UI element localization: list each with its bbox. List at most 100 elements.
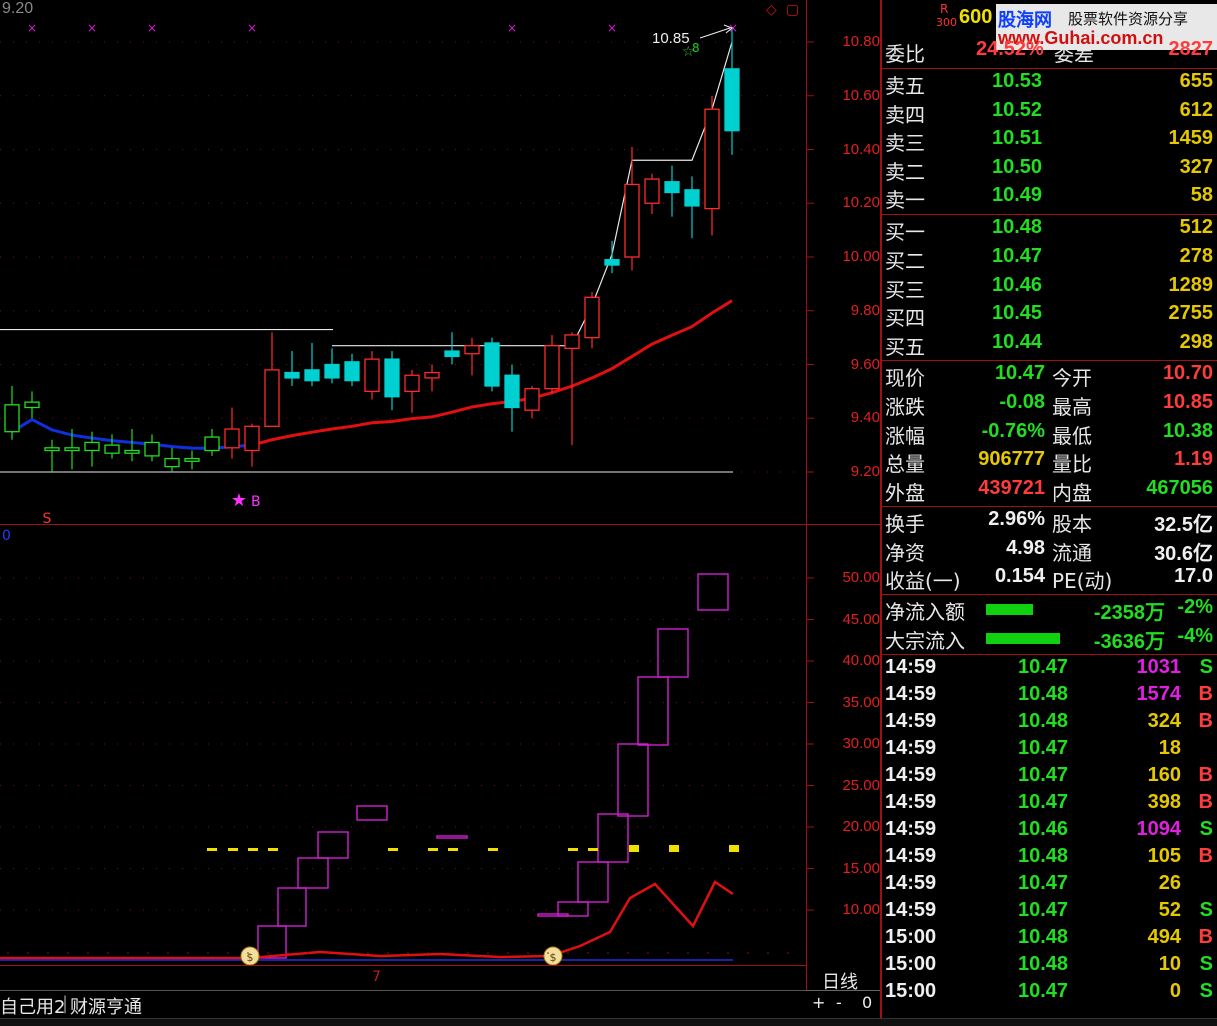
tick-time: 14:59 xyxy=(885,899,937,921)
candle-down xyxy=(104,434,120,459)
sell-order-volume: 327 xyxy=(1179,155,1213,178)
quote-label: 现价 xyxy=(885,366,925,390)
baseline-dot xyxy=(447,952,449,954)
baseline-dot xyxy=(327,952,329,954)
sell-order-volume: 612 xyxy=(1179,98,1213,121)
x-marker: × xyxy=(87,21,97,35)
zoom-reset-button[interactable]: 0 xyxy=(862,993,872,1012)
candle-body xyxy=(544,345,560,390)
fund-flow-row: 净流入额 -2358万 -2% xyxy=(882,596,1217,624)
candle-down xyxy=(204,429,220,456)
candle-body xyxy=(304,369,320,382)
tick-price: 10.47 xyxy=(1018,764,1069,786)
fund-flow-amount: -2358万 xyxy=(1093,602,1165,624)
candle-up xyxy=(584,291,600,349)
indicator-axis-label: 40.00 xyxy=(842,652,880,669)
tab-indicator-2[interactable]: 财源亨通 xyxy=(70,993,142,1019)
tick-time: 15:00 xyxy=(885,926,937,948)
quote-label: 涨跌 xyxy=(885,394,925,419)
fund-flow-bar xyxy=(986,604,1033,615)
tick-volume: 105 xyxy=(1147,845,1181,867)
baseline-dot xyxy=(87,952,89,954)
zoom-in-button[interactable]: + xyxy=(812,993,825,1012)
baseline-dot xyxy=(787,952,789,954)
fundamental-value: 32.5亿 xyxy=(1154,514,1213,536)
fundamental-label: PE(动) xyxy=(1052,569,1113,593)
green-marker-label: 8 xyxy=(692,41,700,55)
sell-order-price: 10.53 xyxy=(992,70,1043,92)
tick-list[interactable]: 14:59 10.47 1031 S 14:59 10.48 1574 B 14:59 10.48… xyxy=(882,656,1217,1016)
candle-down xyxy=(384,351,400,411)
max-price-annotation: 10.85 xyxy=(652,30,690,47)
quote-row: 总量 906777 量比 1.19 xyxy=(882,448,1217,476)
tick-side: B xyxy=(1198,926,1213,948)
quote-label: 涨幅 xyxy=(885,423,925,448)
candle-up xyxy=(424,364,440,392)
candle-down xyxy=(344,353,360,386)
baseline-dot xyxy=(347,952,349,954)
candle-body xyxy=(704,108,720,210)
fund-flow-label: 大宗流入 xyxy=(885,629,965,653)
zoom-out-button[interactable]: - xyxy=(836,993,842,1012)
tick-time: 14:59 xyxy=(885,845,937,867)
baseline-dot xyxy=(647,952,649,954)
quote-label: 最低 xyxy=(1052,423,1092,448)
window-icon[interactable]: ▢ xyxy=(786,2,799,18)
fundamental-value: 2.96% xyxy=(988,508,1045,530)
baseline-dot xyxy=(47,952,49,954)
indicator-axis-label: 15.00 xyxy=(842,859,880,877)
sell-order-label: 卖五 xyxy=(885,74,925,98)
fund-flow-amount: -3636万 xyxy=(1093,631,1165,653)
tick-time: 14:59 xyxy=(885,818,937,840)
candle-body xyxy=(44,447,60,452)
tick-time: 14:59 xyxy=(885,791,937,813)
tick-volume: 1574 xyxy=(1136,683,1182,705)
tick-row: 14:59 10.47 18 xyxy=(882,737,1217,765)
quote-label: 总量 xyxy=(885,452,925,477)
candle-down xyxy=(284,351,300,386)
candle-body xyxy=(104,444,120,454)
candle-body xyxy=(144,441,160,457)
tick-volume: 398 xyxy=(1147,791,1181,813)
baseline-dot xyxy=(627,952,629,954)
weicha-label: 委差 xyxy=(1054,42,1094,66)
tab-indicator-1[interactable]: 自己用2 xyxy=(0,993,65,1019)
tick-time: 14:59 xyxy=(885,656,937,678)
fundamental-label: 收益(一) xyxy=(885,569,961,593)
fund-flow-row: 大宗流入 -3636万 -4% xyxy=(882,625,1217,653)
tick-volume: 160 xyxy=(1147,764,1181,786)
fund-flow-pct: -2% xyxy=(1177,596,1213,618)
buy-order-volume: 2755 xyxy=(1168,302,1214,325)
baseline-dot xyxy=(27,952,29,954)
baseline-dot xyxy=(767,952,769,954)
sell-order-price: 10.49 xyxy=(992,184,1043,207)
baseline-dot xyxy=(67,952,69,954)
tick-volume: 52 xyxy=(1158,899,1181,921)
baseline-dot xyxy=(147,952,149,954)
candle-body xyxy=(524,388,540,411)
baseline-dot xyxy=(127,952,129,954)
candle-body xyxy=(444,350,460,358)
buy-order-price: 10.45 xyxy=(992,302,1043,325)
baseline-dot xyxy=(387,952,389,954)
tab-divider: | xyxy=(62,993,69,1014)
tick-time: 15:00 xyxy=(885,953,937,975)
chart-area[interactable]: $ $ × × × × × × ×★ BS☆8 xyxy=(0,0,880,1025)
baseline-dot xyxy=(427,952,429,954)
candle-down xyxy=(484,337,500,392)
tick-price: 10.47 xyxy=(1018,872,1069,894)
buy-order-volume: 298 xyxy=(1179,331,1213,354)
price-axis-label: 10.20 xyxy=(842,194,880,212)
price-axis-label: 10.60 xyxy=(842,86,880,104)
fundamental-label: 换手 xyxy=(885,512,925,536)
candle-body xyxy=(204,436,220,452)
candle-body xyxy=(224,428,240,449)
candlestick-series xyxy=(4,28,740,472)
tick-row: 15:00 10.48 494 B xyxy=(882,926,1217,954)
baseline-dot xyxy=(307,952,309,954)
star-icon: ★ xyxy=(231,490,247,511)
yellow-dash xyxy=(448,848,458,851)
baseline-dot xyxy=(207,952,209,954)
weibi-value: 24.52% xyxy=(976,38,1044,60)
diamond-icon[interactable]: ◇ xyxy=(766,2,777,18)
